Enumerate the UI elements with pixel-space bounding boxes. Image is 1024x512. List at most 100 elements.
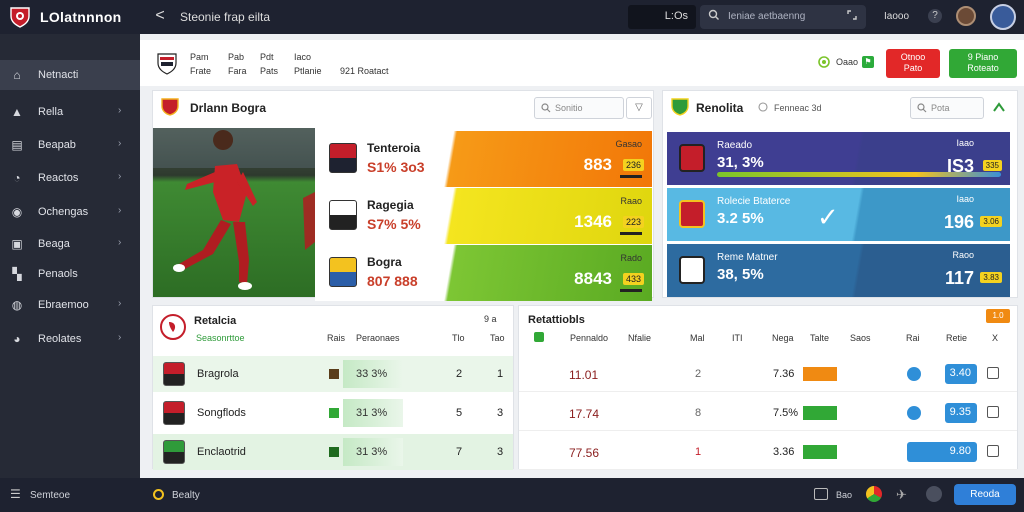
- help-icon[interactable]: ?: [928, 9, 942, 23]
- live-icon: [818, 56, 830, 68]
- column-header[interactable]: X: [992, 333, 998, 343]
- chevron-right-icon: ›: [118, 298, 122, 309]
- odds-name: Reme Matner: [717, 252, 778, 263]
- add-icon[interactable]: [534, 332, 544, 342]
- odds-panel-subtitle: Fenneac 3d: [774, 103, 822, 113]
- odds-value: 196: [943, 212, 974, 232]
- result-pct: 7.36: [773, 368, 795, 380]
- odds-row[interactable]: Reme Matner 38, 5% Raoo 117 3.83: [667, 244, 1010, 297]
- column-header[interactable]: Tao: [490, 333, 505, 343]
- sidebar-item-label: Netnacti: [38, 69, 79, 81]
- club-crest-icon: [329, 200, 357, 230]
- cell-b: 3: [497, 407, 504, 419]
- sidebar-item-beapab[interactable]: ▤ Beapab ›: [0, 130, 140, 160]
- sidebar-item-label: Ochengas: [38, 206, 89, 218]
- result-row[interactable]: 17.74 8 7.5% 9.35: [519, 395, 1017, 431]
- menu-icon[interactable]: ☰: [10, 487, 21, 501]
- odds-button[interactable]: 3.40: [945, 364, 977, 384]
- chart-icon: ▲: [11, 105, 23, 119]
- trend-up-icon[interactable]: [992, 100, 1006, 114]
- standings-subtitle: Seasonrttoe: [196, 333, 245, 343]
- header-col-top: Pab: [228, 52, 245, 62]
- header-col-bottom: Fara: [228, 66, 247, 76]
- info-icon[interactable]: [907, 367, 921, 381]
- match-stat-row[interactable]: Ragegia S7% 5% Raao 1346 223: [315, 188, 652, 244]
- team-stat: 33 3%: [356, 368, 388, 380]
- settings-icon[interactable]: [926, 486, 942, 502]
- primary-action-button[interactable]: Reoda: [954, 484, 1016, 505]
- results-title: Retattiobls: [528, 314, 585, 326]
- cancel-button[interactable]: Otnoo Pato: [886, 49, 940, 78]
- sidebar-item-ochengas[interactable]: ◉ Ochengas ›: [0, 197, 140, 227]
- bookmark-icon[interactable]: [814, 488, 828, 500]
- table-row[interactable]: Bragrola 33 3% 2 1: [153, 356, 513, 392]
- table-row[interactable]: Enclaotrid 31 3% 7 3: [153, 434, 513, 470]
- matches-dropdown-button[interactable]: ▽: [626, 97, 652, 119]
- edit-icon[interactable]: [987, 445, 999, 457]
- odds-name: Rolecie Btaterce: [717, 196, 791, 207]
- expand-icon[interactable]: [846, 9, 858, 21]
- column-header[interactable]: Saos: [850, 333, 871, 343]
- column-header[interactable]: Rai: [906, 333, 920, 343]
- team-avatar[interactable]: [990, 4, 1016, 30]
- odds-button[interactable]: 9.35: [945, 403, 977, 423]
- column-header[interactable]: Peraonaes: [356, 333, 400, 343]
- column-header[interactable]: Tlo: [452, 333, 465, 343]
- edit-icon[interactable]: [987, 406, 999, 418]
- column-header[interactable]: Pennaldo: [570, 333, 608, 343]
- confirm-button-line2: Roteato: [967, 63, 999, 73]
- info-icon[interactable]: [907, 406, 921, 420]
- result-number: 1: [695, 446, 702, 458]
- chat-label[interactable]: Bao: [836, 490, 852, 500]
- calendar-icon: ▣: [11, 237, 23, 251]
- result-bar: [803, 445, 837, 459]
- column-header[interactable]: Mal: [690, 333, 705, 343]
- stats-wheel-icon[interactable]: [866, 486, 882, 502]
- status-dot-icon: [153, 489, 164, 500]
- ball-icon: ◉: [11, 205, 23, 219]
- sidebar-item-reactos[interactable]: ◔ Reactos ›: [0, 163, 140, 193]
- edit-icon[interactable]: [987, 367, 999, 379]
- sidebar-item-penaols[interactable]: ▚ Penaols: [0, 259, 140, 289]
- result-row[interactable]: 11.01 2 7.36 3.40: [519, 356, 1017, 392]
- confirm-button-line1: 9 Piano: [967, 52, 999, 62]
- sidebar-item-rella[interactable]: ▲ Rella ›: [0, 97, 140, 127]
- sidebar-item-label: Penaols: [38, 268, 78, 280]
- team-name: Bragrola: [197, 368, 239, 380]
- match-time: 77.56: [569, 446, 600, 460]
- column-header[interactable]: Nega: [772, 333, 794, 343]
- column-header[interactable]: ITI: [732, 333, 743, 343]
- odds-button-value: 3.40: [949, 367, 971, 379]
- sidebar-item-beaga[interactable]: ▣ Beaga ›: [0, 229, 140, 259]
- result-row[interactable]: 77.56 1 3.36 9.80: [519, 434, 1017, 470]
- result-number: 8: [695, 407, 702, 419]
- avatar[interactable]: [956, 6, 976, 26]
- odds-button[interactable]: 9.80: [907, 442, 977, 462]
- sidebar-item-reolates[interactable]: ◕ Reolates ›: [0, 324, 140, 354]
- match-stat-row[interactable]: Bogra 807 888 Rado 8843 433: [315, 245, 652, 301]
- form-swatch: [329, 408, 339, 418]
- cell-a: 7: [456, 446, 463, 458]
- sidebar-item-netnacti[interactable]: ⌂ Netnacti: [0, 60, 140, 90]
- column-header[interactable]: Talte: [810, 333, 829, 343]
- sidebar-item-label: Reactos: [38, 172, 79, 184]
- back-button[interactable]: <: [150, 7, 170, 25]
- confirm-button[interactable]: 9 Piano Roteato: [949, 49, 1017, 78]
- value-label: Raao: [620, 196, 642, 206]
- app-logo-icon[interactable]: [8, 5, 32, 29]
- value-label: Rado: [620, 253, 642, 263]
- user-name[interactable]: Iaooo: [884, 11, 909, 22]
- club-crest-icon: [679, 200, 705, 228]
- match-stat-row[interactable]: Tenteroia S1% 3o3 Gasao 883 236: [315, 131, 652, 187]
- column-header[interactable]: Nfalie: [628, 333, 651, 343]
- column-header[interactable]: Rais: [327, 333, 345, 343]
- column-header[interactable]: Retie: [946, 333, 967, 343]
- sidebar-item-ebraemoo[interactable]: ◍ Ebraemoo ›: [0, 290, 140, 320]
- table-row[interactable]: Songflods 31 3% 5 3: [153, 395, 513, 431]
- flag-icon: ⚑: [862, 56, 874, 68]
- odds-button-value: 9.35: [949, 406, 971, 418]
- odds-row[interactable]: Rolecie Btaterce 3.2 5% Iaao 196 3.06 ✓: [667, 188, 1010, 241]
- send-icon[interactable]: ✈: [896, 487, 907, 503]
- odds-row[interactable]: Raeado 31, 3% Iaao IS3 335: [667, 132, 1010, 185]
- sidebar-item-label: Beapab: [38, 139, 76, 151]
